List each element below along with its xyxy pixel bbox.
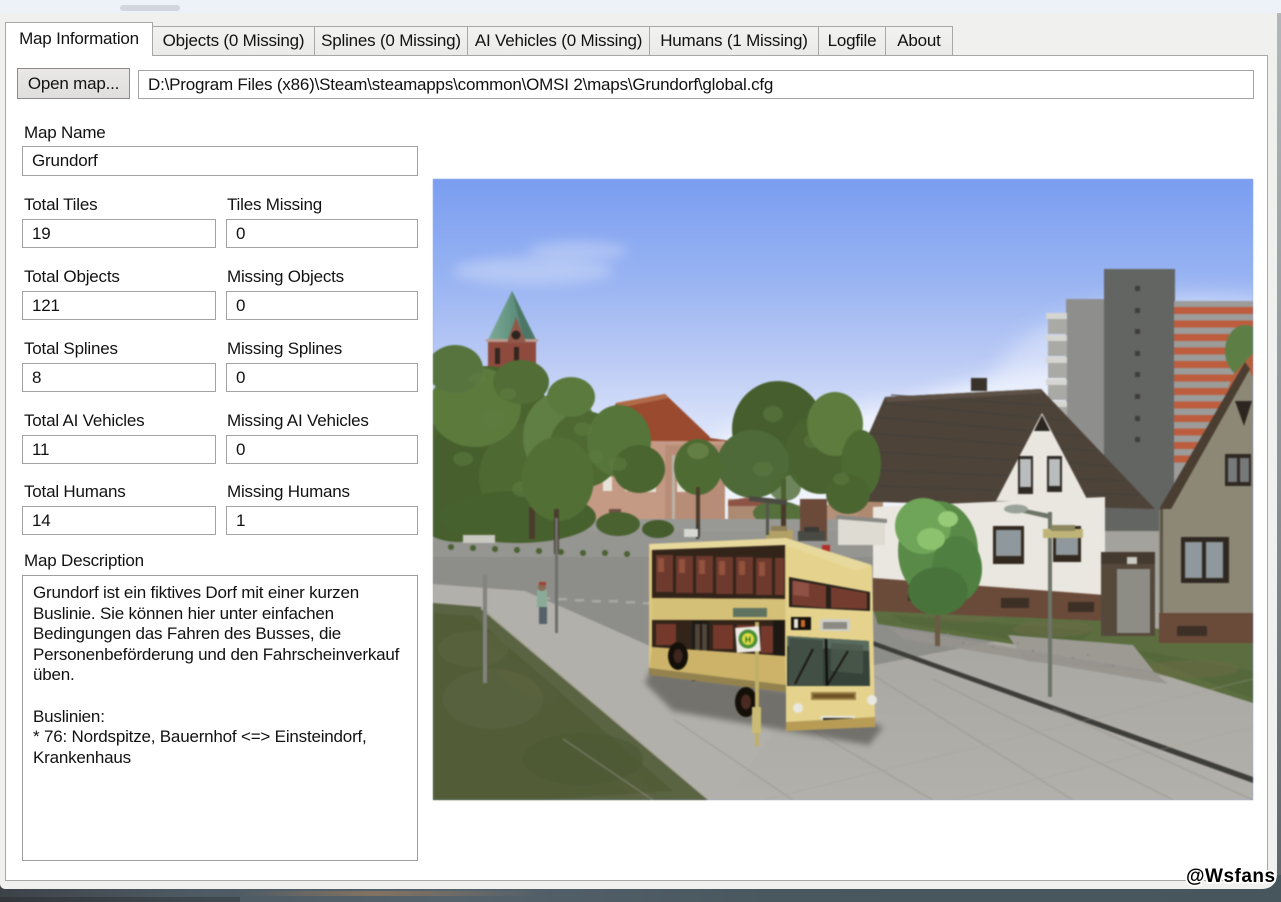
svg-text:H: H [745, 635, 751, 645]
